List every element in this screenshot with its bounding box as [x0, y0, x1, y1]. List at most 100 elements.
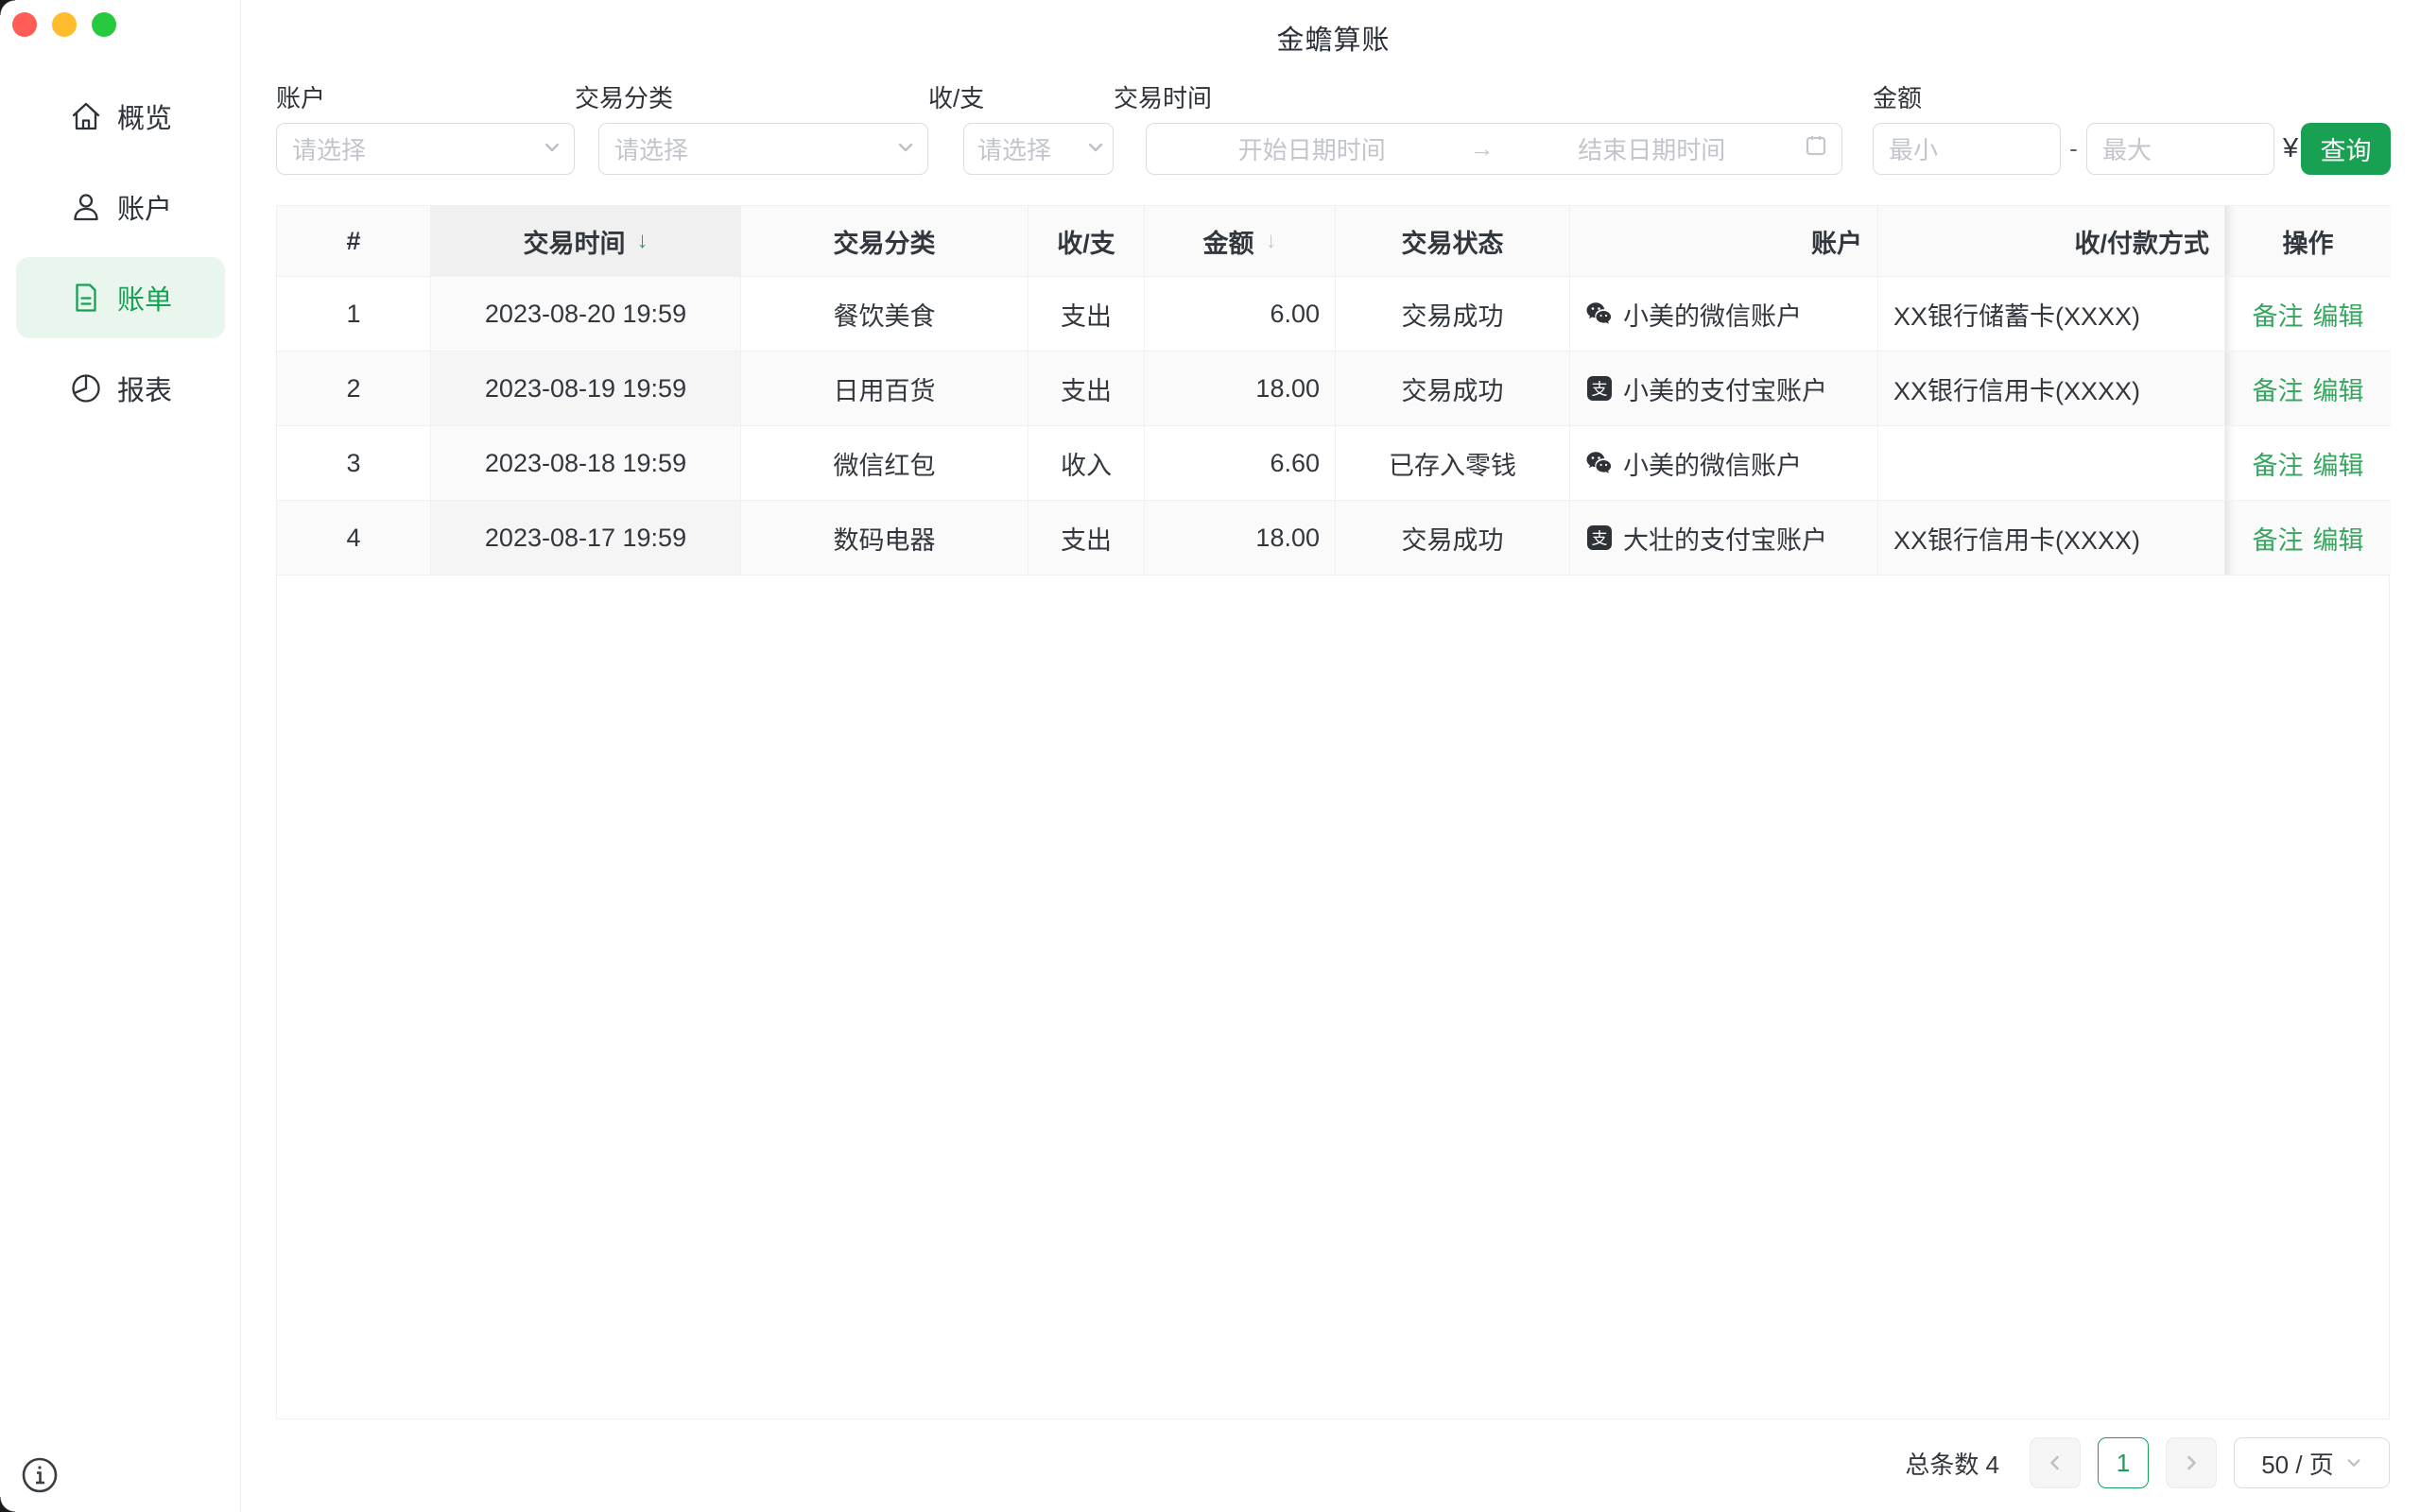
- currency-symbol: ¥: [2283, 133, 2298, 164]
- cell-status: 交易成功: [1336, 501, 1570, 576]
- cell-flow: 支出: [1028, 352, 1145, 426]
- svg-text:支: 支: [1592, 381, 1608, 400]
- filter-bar: 账户 请选择 交易分类 请选择 收/支 请选择 交易时间 开始日期时间: [276, 79, 2391, 175]
- calendar-icon: [1804, 133, 1828, 164]
- page-number-button[interactable]: 1: [2098, 1437, 2149, 1488]
- edit-link[interactable]: 编辑: [2313, 526, 2364, 555]
- note-link[interactable]: 备注: [2253, 302, 2304, 331]
- edit-link[interactable]: 编辑: [2313, 302, 2364, 331]
- column-header-flow: 收/支: [1028, 206, 1145, 277]
- amount-filter-label: 金额: [1873, 79, 2298, 114]
- sidebar: 概览 账户 账单 报表: [0, 0, 241, 1512]
- table-row[interactable]: 2 2023-08-19 19:59 日用百货 支出 18.00 交易成功 支 …: [277, 352, 2391, 426]
- cell-actions: 备注编辑: [2225, 352, 2391, 426]
- window-controls: [0, 0, 240, 37]
- close-window-button[interactable]: [12, 12, 37, 37]
- category-select[interactable]: 请选择: [598, 123, 928, 175]
- amount-max-input[interactable]: 最大: [2086, 123, 2274, 175]
- cell-status: 已存入零钱: [1336, 426, 1570, 501]
- cell-status: 交易成功: [1336, 352, 1570, 426]
- flow-select-placeholder: 请选择: [977, 131, 1051, 166]
- cell-method: XX银行储蓄卡(XXXX): [1878, 277, 2225, 352]
- search-button[interactable]: 查询: [2301, 123, 2391, 175]
- range-arrow-icon: →: [1464, 134, 1500, 163]
- chevron-down-icon: [1086, 134, 1105, 163]
- cell-method: XX银行信用卡(XXXX): [1878, 501, 2225, 576]
- chevron-down-icon: [2345, 1449, 2362, 1478]
- table-empty-area: [277, 576, 2389, 1418]
- wechat-icon: [1585, 449, 1614, 477]
- column-header-account: 账户: [1570, 206, 1878, 277]
- flow-select[interactable]: 请选择: [963, 123, 1114, 175]
- table-body: 1 2023-08-20 19:59 餐饮美食 支出 6.00 交易成功 小美的…: [277, 277, 2391, 576]
- column-header-time-label: 交易时间: [524, 223, 626, 260]
- previous-page-button[interactable]: [2030, 1437, 2081, 1488]
- cell-account: 支 大壮的支付宝账户: [1570, 501, 1878, 576]
- table-row[interactable]: 3 2023-08-18 19:59 微信红包 收入 6.60 已存入零钱 小美…: [277, 426, 2391, 501]
- cell-account: 支 小美的支付宝账户: [1570, 352, 1878, 426]
- account-select-placeholder: 请选择: [292, 131, 366, 166]
- table-header: # 交易时间 ↓ 交易分类 收/支 金额 ↓: [277, 206, 2391, 277]
- sidebar-item-overview[interactable]: 概览: [16, 76, 225, 157]
- filter-time: 交易时间 开始日期时间 → 结束日期时间: [1114, 79, 1842, 175]
- sidebar-item-label: 报表: [117, 369, 172, 408]
- next-page-button[interactable]: [2166, 1437, 2217, 1488]
- page-size-label: 50 / 页: [2261, 1446, 2334, 1481]
- wechat-icon: [1585, 300, 1614, 328]
- sidebar-item-reports[interactable]: 报表: [16, 348, 225, 429]
- cell-amount: 6.00: [1145, 277, 1336, 352]
- cell-status: 交易成功: [1336, 277, 1570, 352]
- page-size-select[interactable]: 50 / 页: [2234, 1437, 2390, 1488]
- note-link[interactable]: 备注: [2253, 526, 2304, 555]
- page-title: 金蟾算账: [276, 13, 2391, 62]
- flow-filter-label: 收/支: [928, 79, 1114, 114]
- cell-actions: 备注编辑: [2225, 426, 2391, 501]
- cell-category: 餐饮美食: [741, 277, 1028, 352]
- cell-index: 3: [277, 426, 431, 501]
- sidebar-item-bills[interactable]: 账单: [16, 257, 225, 338]
- column-header-amount[interactable]: 金额 ↓: [1145, 206, 1336, 277]
- svg-text:支: 支: [1592, 530, 1608, 549]
- category-select-placeholder: 请选择: [614, 131, 688, 166]
- cell-method: XX银行信用卡(XXXX): [1878, 352, 2225, 426]
- account-name: 小美的微信账户: [1623, 296, 1802, 333]
- column-header-method: 收/付款方式: [1878, 206, 2225, 277]
- column-header-index: #: [277, 206, 431, 277]
- table-row[interactable]: 1 2023-08-20 19:59 餐饮美食 支出 6.00 交易成功 小美的…: [277, 277, 2391, 352]
- start-date-placeholder: 开始日期时间: [1160, 131, 1464, 166]
- minimize-window-button[interactable]: [52, 12, 77, 37]
- zoom-window-button[interactable]: [92, 12, 116, 37]
- edit-link[interactable]: 编辑: [2313, 452, 2364, 480]
- amount-min-input[interactable]: 最小: [1873, 123, 2061, 175]
- table-row[interactable]: 4 2023-08-17 19:59 数码电器 支出 18.00 交易成功 支 …: [277, 501, 2391, 576]
- cell-time: 2023-08-20 19:59: [431, 277, 741, 352]
- alipay-icon: 支: [1585, 524, 1614, 552]
- edit-link[interactable]: 编辑: [2313, 377, 2364, 405]
- cell-category: 数码电器: [741, 501, 1028, 576]
- chevron-left-icon: [2046, 1453, 2065, 1472]
- chevron-down-icon: [896, 134, 915, 163]
- note-link[interactable]: 备注: [2253, 377, 2304, 405]
- sidebar-item-accounts[interactable]: 账户: [16, 166, 225, 248]
- filter-amount: 金额 最小 - 最大 ¥: [1873, 79, 2298, 175]
- cell-time: 2023-08-19 19:59: [431, 352, 741, 426]
- cell-method: [1878, 426, 2225, 501]
- time-filter-label: 交易时间: [1114, 79, 1842, 114]
- cell-index: 2: [277, 352, 431, 426]
- sort-descending-active-icon: ↓: [637, 228, 648, 254]
- end-date-placeholder: 结束日期时间: [1500, 131, 1805, 166]
- cell-index: 1: [277, 277, 431, 352]
- cell-time: 2023-08-17 19:59: [431, 501, 741, 576]
- info-button[interactable]: [18, 1453, 61, 1497]
- note-link[interactable]: 备注: [2253, 452, 2304, 480]
- sort-descending-inactive-icon: ↓: [1266, 228, 1277, 254]
- cell-index: 4: [277, 501, 431, 576]
- cell-flow: 收入: [1028, 426, 1145, 501]
- date-range-input[interactable]: 开始日期时间 → 结束日期时间: [1146, 123, 1842, 175]
- sidebar-item-label: 账单: [117, 278, 172, 318]
- cell-actions: 备注编辑: [2225, 501, 2391, 576]
- account-name: 大壮的支付宝账户: [1623, 520, 1827, 557]
- account-select[interactable]: 请选择: [276, 123, 575, 175]
- column-header-time[interactable]: 交易时间 ↓: [431, 206, 741, 277]
- report-icon: [69, 371, 103, 405]
